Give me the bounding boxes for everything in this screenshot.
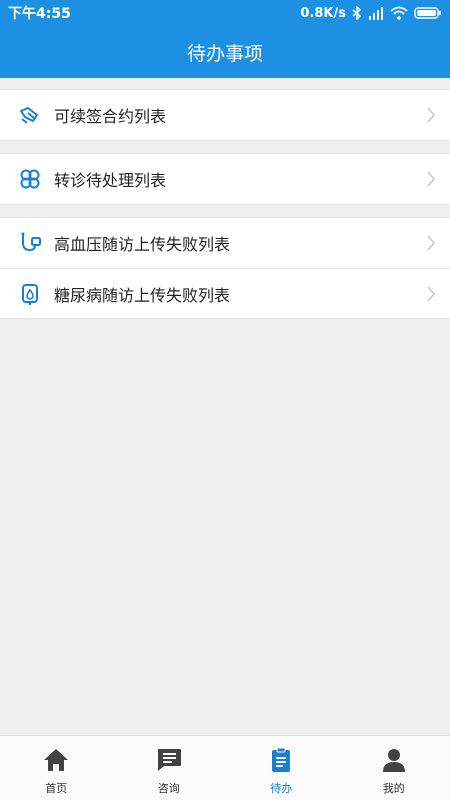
network-speed: 0.8K/s bbox=[300, 5, 346, 21]
handshake-icon bbox=[18, 103, 42, 127]
home-icon bbox=[42, 747, 70, 777]
list-item-renewable-contracts[interactable]: 可续签合约列表 bbox=[0, 90, 450, 140]
list-item-referral-pending[interactable]: 转诊待处理列表 bbox=[0, 154, 450, 204]
chat-icon bbox=[155, 747, 183, 777]
chevron-right-icon bbox=[426, 171, 436, 191]
status-time: 下午4:55 bbox=[8, 6, 71, 22]
tab-mine[interactable]: 我的 bbox=[338, 736, 450, 800]
status-indicators: 0.8K/s bbox=[300, 6, 442, 21]
chevron-right-icon bbox=[426, 286, 436, 306]
person-icon bbox=[380, 747, 408, 777]
status-bar: 下午4:55 0.8K/s bbox=[0, 0, 450, 26]
app-bar: 待办事项 bbox=[0, 26, 450, 78]
list-item-label: 高血压随访上传失败列表 bbox=[54, 235, 231, 254]
tab-label: 咨询 bbox=[157, 782, 180, 795]
list-item-label: 糖尿病随访上传失败列表 bbox=[54, 285, 231, 305]
tab-home[interactable]: 首页 bbox=[0, 736, 113, 800]
list-item-hypertension-upload-failed[interactable]: 高血压随访上传失败列表 bbox=[0, 218, 450, 268]
clipboard-icon bbox=[267, 747, 295, 777]
tab-label: 待办 bbox=[270, 782, 293, 795]
blood-drop-icon bbox=[18, 282, 42, 306]
group-renewal: 可续签合约列表 bbox=[0, 89, 450, 141]
blood-pressure-icon bbox=[18, 231, 42, 255]
tab-consult[interactable]: 咨询 bbox=[113, 736, 226, 800]
bluetooth-icon bbox=[352, 6, 362, 20]
tab-todo[interactable]: 待办 bbox=[225, 736, 338, 800]
tab-label: 我的 bbox=[382, 782, 405, 795]
chevron-right-icon bbox=[426, 235, 436, 255]
list-item-label: 可续签合约列表 bbox=[54, 107, 167, 126]
group-referral: 转诊待处理列表 bbox=[0, 153, 450, 205]
wifi-icon bbox=[390, 6, 408, 20]
list-item-label: 转诊待处理列表 bbox=[54, 171, 167, 190]
battery-icon bbox=[414, 6, 442, 20]
group-upload-failures: 高血压随访上传失败列表 糖尿病随访上传失败列表 bbox=[0, 217, 450, 319]
bottom-tab-bar: 首页 咨询 待办 我的 bbox=[0, 735, 450, 800]
tab-label: 首页 bbox=[45, 782, 68, 795]
signal-icon bbox=[368, 6, 384, 20]
page-title: 待办事项 bbox=[186, 42, 263, 65]
transfer-icon bbox=[18, 167, 42, 191]
list-item-diabetes-upload-failed[interactable]: 糖尿病随访上传失败列表 bbox=[0, 268, 450, 318]
chevron-right-icon bbox=[426, 107, 436, 127]
